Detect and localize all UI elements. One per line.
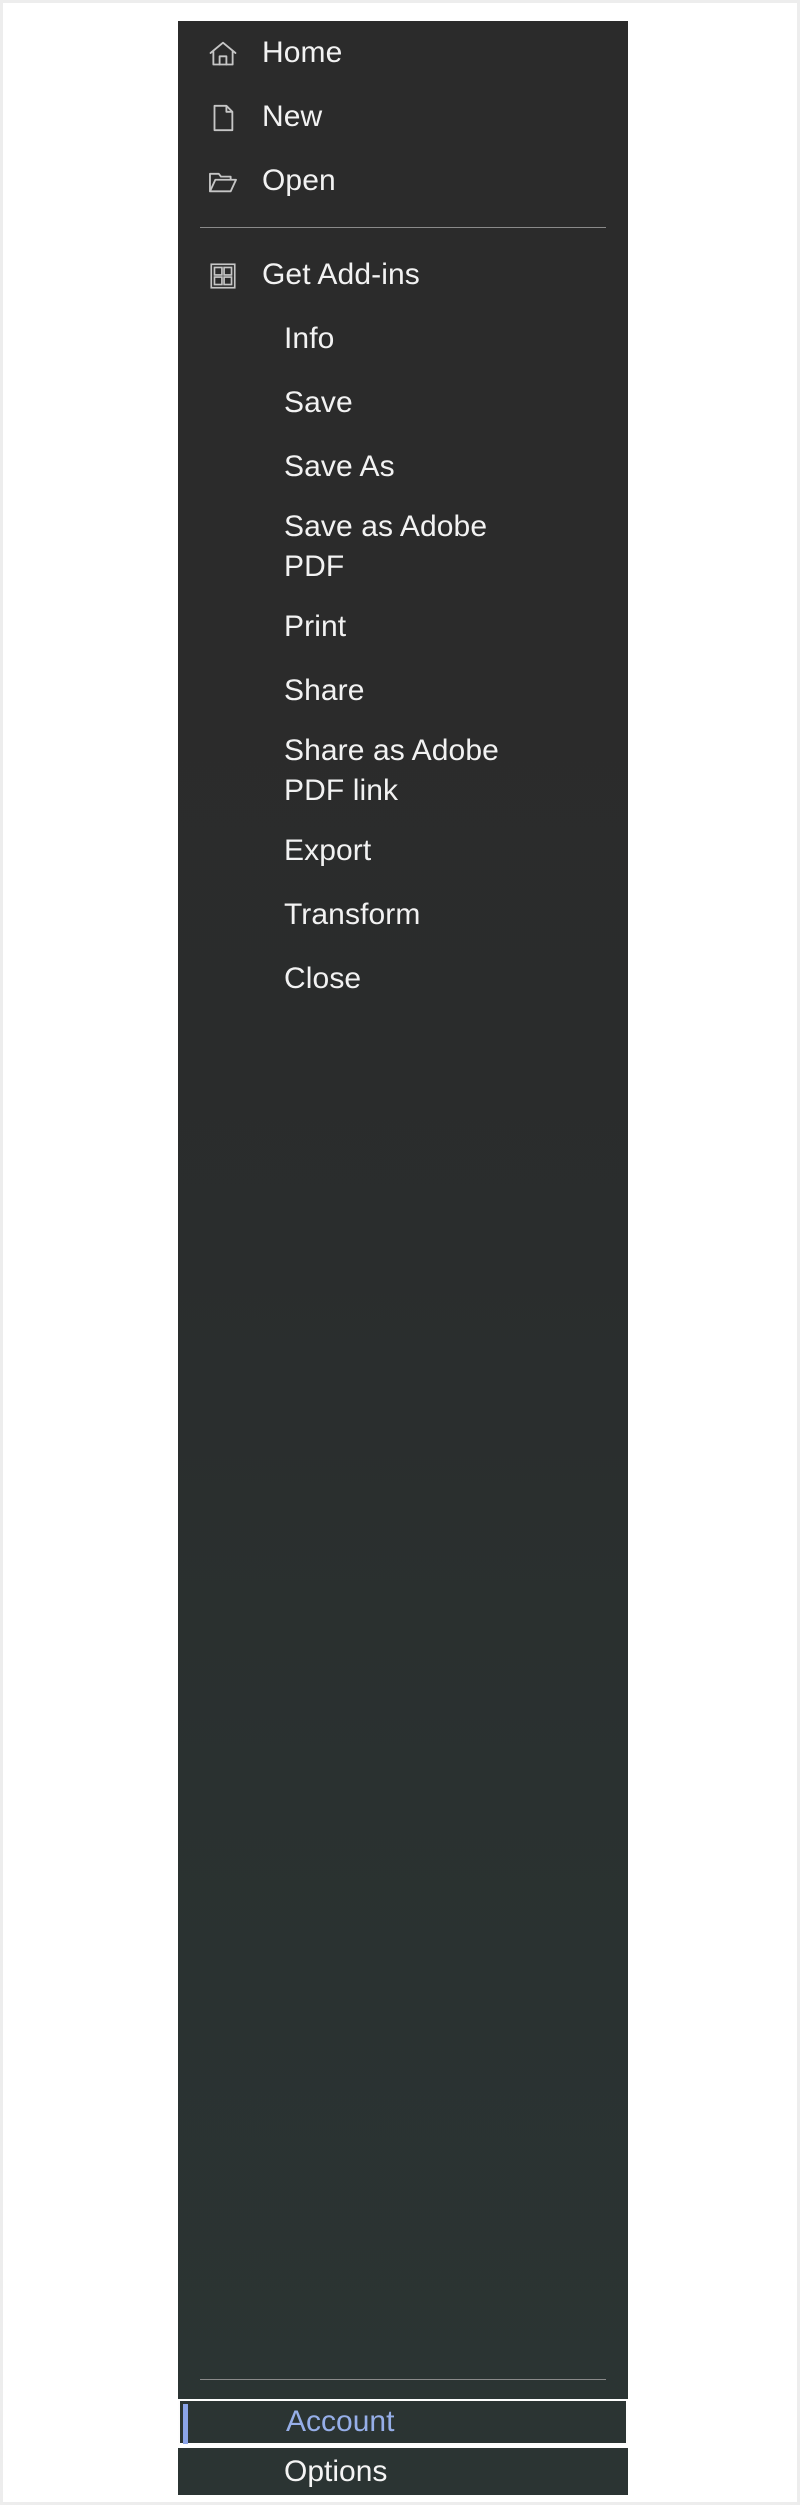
add-ins-grid-icon xyxy=(200,258,246,292)
nav-item-label: Share xyxy=(284,674,365,707)
nav-item-label: Home xyxy=(262,36,343,69)
nav-item-label: Close xyxy=(284,962,362,995)
nav-item-export[interactable]: Export xyxy=(178,819,628,883)
nav-item-account[interactable]: Account xyxy=(178,2399,628,2445)
nav-item-label: Save as Adobe PDF xyxy=(284,510,488,583)
nav-item-get-add-ins[interactable]: Get Add-ins xyxy=(178,243,628,307)
nav-item-share-as-adobe-pdf-link[interactable]: Share as Adobe PDF link xyxy=(178,723,628,819)
nav-item-label: Print xyxy=(284,610,347,643)
backstage-bottom-group: Account Options xyxy=(178,2399,628,2495)
nav-item-label: Share as Adobe PDF link xyxy=(284,734,499,807)
nav-item-print[interactable]: Print xyxy=(178,595,628,659)
nav-item-label: Options xyxy=(284,2454,388,2488)
nav-item-label: Save xyxy=(284,386,353,419)
nav-item-save-as[interactable]: Save As xyxy=(178,435,628,499)
home-icon xyxy=(200,35,246,71)
nav-item-label: Transform xyxy=(284,898,421,931)
nav-item-share[interactable]: Share xyxy=(178,659,628,723)
nav-item-info[interactable]: Info xyxy=(178,307,628,371)
nav-item-transform[interactable]: Transform xyxy=(178,883,628,947)
nav-item-options[interactable]: Options xyxy=(178,2448,628,2495)
nav-item-label: New xyxy=(262,100,323,133)
selection-accent-bar xyxy=(183,2404,188,2444)
new-document-icon xyxy=(200,99,246,135)
nav-item-save[interactable]: Save xyxy=(178,371,628,435)
nav-item-home[interactable]: Home xyxy=(178,21,628,85)
nav-item-label: Open xyxy=(262,164,336,197)
nav-item-label: Get Add-ins xyxy=(262,258,420,291)
backstage-navigation-panel: Home New Open Get Add-ins Info Save Save… xyxy=(178,21,628,2399)
open-folder-icon xyxy=(200,163,246,199)
nav-item-label: Export xyxy=(284,834,372,867)
divider-top xyxy=(200,227,606,228)
nav-item-open[interactable]: Open xyxy=(178,149,628,213)
nav-item-label: Info xyxy=(284,322,335,355)
nav-item-close[interactable]: Close xyxy=(178,947,628,1011)
divider-bottom xyxy=(200,2379,606,2380)
nav-item-new[interactable]: New xyxy=(178,85,628,149)
nav-item-label: Account xyxy=(286,2405,395,2438)
nav-item-label: Save As xyxy=(284,450,395,483)
page-background: Home New Open Get Add-ins Info Save Save… xyxy=(0,0,800,2505)
nav-item-save-as-adobe-pdf[interactable]: Save as Adobe PDF xyxy=(178,499,628,595)
